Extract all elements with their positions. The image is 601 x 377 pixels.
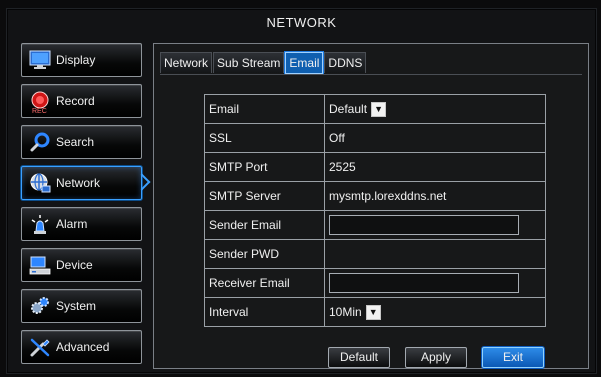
sidebar-item-label: Alarm: [56, 217, 88, 231]
ssl-value[interactable]: Off: [324, 123, 546, 153]
sender-pwd-label: Sender PWD: [204, 239, 325, 269]
sidebar: Display Record REC Search Network Alarm …: [21, 39, 145, 369]
tab-network[interactable]: Network: [160, 52, 213, 73]
tab-divider: [160, 74, 582, 75]
sidebar-item-label: Network: [56, 176, 101, 190]
sender-email-cell: [324, 210, 546, 240]
email-dropdown[interactable]: Default ▼: [329, 101, 387, 117]
page-title: NETWORK: [266, 15, 337, 30]
receiver-email-field[interactable]: [329, 273, 519, 293]
sidebar-item-label: Record: [56, 94, 95, 108]
sender-email-field[interactable]: [329, 215, 519, 235]
sidebar-item-search[interactable]: Search: [21, 125, 142, 159]
network-icon: [28, 171, 52, 195]
interval-dropdown[interactable]: 10Min ▼: [329, 304, 381, 320]
receiver-email-cell: [324, 268, 546, 298]
smtp-port-value[interactable]: 2525: [324, 152, 546, 182]
table-row: Receiver Email: [204, 268, 546, 298]
interval-dropdown-value: 10Min: [329, 305, 362, 319]
email-settings-table: Email Default ▼ SSL Off SMTP Port 2525 S…: [204, 94, 546, 327]
tab-bar: Network Sub Stream Email DDNS: [160, 52, 367, 74]
search-icon: [28, 130, 52, 154]
sidebar-item-record[interactable]: Record REC: [21, 84, 142, 118]
receiver-email-label: Receiver Email: [204, 268, 325, 298]
system-icon: [28, 294, 52, 318]
chevron-down-icon: ▼: [365, 304, 381, 320]
sidebar-item-display[interactable]: Display: [21, 43, 142, 77]
sidebar-item-advanced[interactable]: Advanced: [21, 330, 142, 364]
table-row: SSL Off: [204, 123, 546, 153]
interval-value-cell: 10Min ▼: [324, 297, 546, 327]
dvr-screen: NETWORK Display Record REC Search Networ…: [6, 8, 597, 374]
email-dropdown-value: Default: [329, 102, 368, 116]
alarm-icon: [28, 212, 52, 236]
smtp-server-label: SMTP Server: [204, 181, 325, 211]
email-value-cell: Default ▼: [324, 94, 546, 124]
interval-label: Interval: [204, 297, 325, 327]
sidebar-item-label: Search: [56, 135, 95, 149]
table-row: Sender Email: [204, 210, 546, 240]
sender-email-label: Sender Email: [204, 210, 325, 240]
default-button[interactable]: Default: [328, 347, 390, 368]
tab-email[interactable]: Email: [285, 52, 324, 74]
sidebar-item-label: Advanced: [56, 340, 110, 354]
smtp-port-label: SMTP Port: [204, 152, 325, 182]
sidebar-item-network[interactable]: Network: [21, 166, 142, 200]
table-row: Sender PWD: [204, 239, 546, 269]
table-row: SMTP Server mysmtp.lorexddns.net: [204, 181, 546, 211]
advanced-icon: [28, 335, 52, 359]
apply-button[interactable]: Apply: [405, 347, 467, 368]
rec-sub-label: REC: [32, 108, 47, 115]
sidebar-item-system[interactable]: System: [21, 289, 142, 323]
smtp-server-value[interactable]: mysmtp.lorexddns.net: [324, 181, 546, 211]
sidebar-item-label: System: [56, 299, 97, 313]
sidebar-item-alarm[interactable]: Alarm: [21, 207, 142, 241]
tab-sub-stream[interactable]: Sub Stream: [213, 52, 285, 73]
display-icon: [28, 48, 52, 72]
email-label: Email: [204, 94, 325, 124]
sidebar-item-label: Device: [56, 258, 93, 272]
chevron-down-icon: ▼: [371, 101, 387, 117]
exit-button[interactable]: Exit: [482, 347, 544, 368]
device-icon: [28, 253, 52, 277]
table-row: SMTP Port 2525: [204, 152, 546, 182]
sidebar-item-label: Display: [56, 53, 96, 67]
sidebar-item-device[interactable]: Device: [21, 248, 142, 282]
table-row: Interval 10Min ▼: [204, 297, 546, 327]
sender-pwd-value[interactable]: [324, 239, 546, 269]
table-row: Email Default ▼: [204, 94, 546, 124]
tab-ddns[interactable]: DDNS: [324, 52, 367, 73]
network-settings-panel: Network Sub Stream Email DDNS Email Defa…: [153, 43, 589, 369]
ssl-label: SSL: [204, 123, 325, 153]
